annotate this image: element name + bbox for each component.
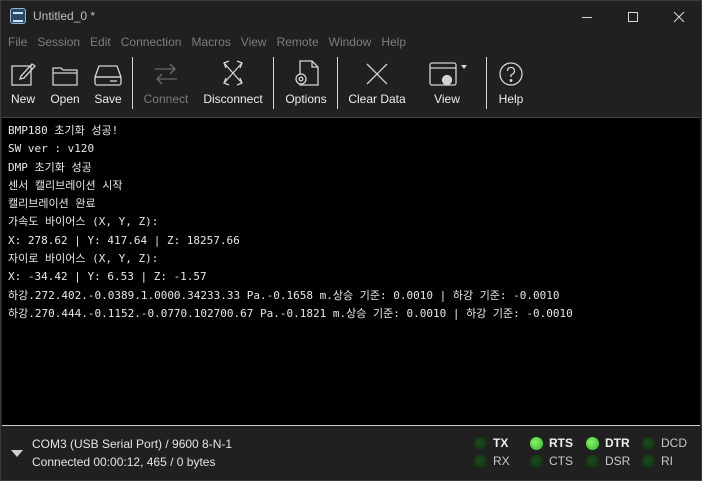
connect-button[interactable]: Connect <box>141 53 191 113</box>
connect-arrows-icon <box>155 63 177 85</box>
open-button[interactable]: Open <box>48 53 82 113</box>
folder-open-icon <box>52 67 78 86</box>
dsr-label: DSR <box>605 454 631 468</box>
menu-session[interactable]: Session <box>37 35 80 49</box>
close-icon <box>673 11 685 22</box>
toolbar-separator <box>486 57 487 109</box>
new-label: New <box>10 92 35 106</box>
menu-window[interactable]: Window <box>329 35 372 49</box>
menu-edit[interactable]: Edit <box>90 35 111 49</box>
terminal-line: X: 278.62 | Y: 417.64 | Z: 18257.66 <box>8 233 240 247</box>
minimize-button[interactable] <box>564 1 610 32</box>
toolbar-separator <box>337 57 338 109</box>
dcd-label: DCD <box>661 436 687 450</box>
menu-help[interactable]: Help <box>381 35 406 49</box>
minimize-icon <box>582 16 592 18</box>
new-button[interactable]: New <box>7 53 39 113</box>
ri-label: RI <box>661 454 673 468</box>
toolbar-separator <box>273 57 274 109</box>
new-document-icon <box>11 63 36 86</box>
dcd-led-icon <box>642 437 655 450</box>
cts-label: CTS <box>549 454 573 468</box>
maximize-icon <box>628 11 638 22</box>
toolbar-separator <box>132 57 133 109</box>
open-label: Open <box>50 92 80 106</box>
help-label: Help <box>498 92 524 106</box>
terminal-line: 센서 캘리브레이션 시작 <box>8 178 123 192</box>
tx-label: TX <box>493 436 509 450</box>
rts-label: RTS <box>549 436 573 450</box>
tx-led-icon <box>474 437 487 450</box>
app-terminal-icon <box>10 8 26 24</box>
help-question-icon <box>499 62 523 86</box>
options-gear-document-icon <box>295 60 319 86</box>
connect-label: Connect <box>143 92 189 106</box>
terminal-line: BMP180 초기화 성공! <box>8 124 119 137</box>
disconnect-button[interactable]: Disconnect <box>202 53 264 113</box>
menu-connection[interactable]: Connection <box>121 35 182 49</box>
window-title: Untitled_0 * <box>33 9 96 23</box>
terminal-line: 가속도 바이어스 (X, Y, Z): <box>8 215 159 229</box>
close-button[interactable] <box>656 1 702 32</box>
view-dropdown-button[interactable]: View <box>425 53 469 113</box>
terminal-line: DMP 초기화 성공 <box>8 160 92 174</box>
clear-data-button[interactable]: Clear Data <box>348 53 406 113</box>
rx-label: RX <box>493 454 510 468</box>
options-button[interactable]: Options <box>284 53 328 113</box>
dsr-led-icon <box>586 455 599 468</box>
terminal-line: 자이로 바이어스 (X, Y, Z): <box>8 252 159 266</box>
terminal-line: SW ver : v120 <box>8 142 95 156</box>
connection-status-text: Connected 00:00:12, 465 / 0 bytes <box>32 455 216 469</box>
maximize-button[interactable] <box>610 1 656 32</box>
menu-remote[interactable]: Remote <box>277 35 319 49</box>
view-label: View <box>434 92 460 106</box>
title-bar: Untitled_0 * <box>1 1 701 32</box>
save-drive-icon <box>94 65 122 86</box>
save-button[interactable]: Save <box>92 53 124 113</box>
disconnect-icon <box>223 60 243 86</box>
save-label: Save <box>94 92 122 106</box>
terminal-output[interactable]: BMP180 초기화 성공! SW ver : v120 DMP 초기화 성공 … <box>2 117 700 426</box>
port-settings-text: COM3 (USB Serial Port) / 9600 8-N-1 <box>32 437 233 451</box>
clear-x-icon <box>366 63 388 85</box>
collapse-arrow-icon[interactable] <box>11 450 23 457</box>
rx-led-icon <box>474 455 487 468</box>
view-window-icon <box>429 62 467 86</box>
menu-bar: File Session Edit Connection Macros View… <box>1 32 701 52</box>
menu-macros[interactable]: Macros <box>191 35 230 49</box>
help-button[interactable]: Help <box>496 53 526 113</box>
terminal-line: X: -34.42 | Y: 6.53 | Z: -1.57 <box>8 270 207 284</box>
app-window: Untitled_0 * File Session Edit Connectio… <box>0 0 702 481</box>
menu-file[interactable]: File <box>8 35 27 49</box>
terminal-line: 하강.270.444.-0.1152.-0.0770.102700.67 Pa.… <box>8 306 573 320</box>
status-bar: COM3 (USB Serial Port) / 9600 8-N-1 Conn… <box>1 428 701 480</box>
options-label: Options <box>285 92 327 106</box>
dtr-label: DTR <box>605 436 630 450</box>
rts-led-icon[interactable] <box>530 437 543 450</box>
terminal-line: 하강.272.402.-0.0389.1.0000.34233.33 Pa.-0… <box>8 288 560 302</box>
disconnect-label: Disconnect <box>203 92 263 106</box>
toolbar: New Open Save Connect Disconnect Options… <box>1 53 701 115</box>
cts-led-icon <box>530 455 543 468</box>
menu-view[interactable]: View <box>241 35 267 49</box>
dtr-led-icon[interactable] <box>586 437 599 450</box>
terminal-line: 캘리브레이션 완료 <box>8 197 96 211</box>
ri-led-icon <box>642 455 655 468</box>
clear-data-label: Clear Data <box>348 92 406 106</box>
